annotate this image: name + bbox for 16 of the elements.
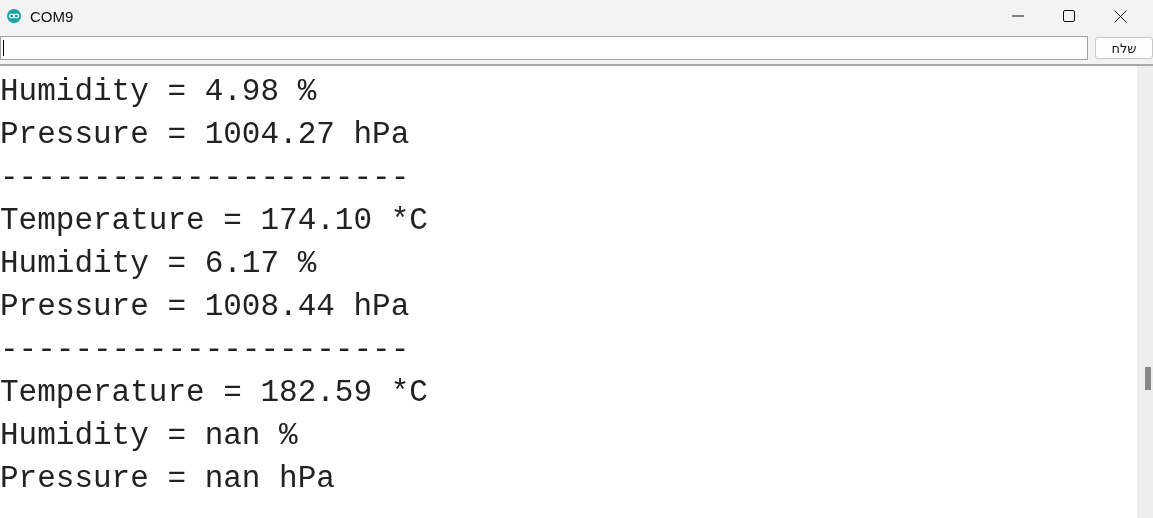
scrollbar-thumb[interactable] xyxy=(1145,367,1151,390)
serial-output-line: Temperature = 174.10 *C xyxy=(0,202,428,240)
serial-output-line: Pressure = 1008.44 hPa xyxy=(0,288,410,326)
serial-output-line: Humidity = 6.17 % xyxy=(0,245,317,283)
window-title: COM9 xyxy=(30,7,74,25)
app-logo-icon xyxy=(7,9,21,23)
serial-output-line: Humidity = nan % xyxy=(0,417,298,455)
serial-output-line: ---------------------- xyxy=(0,159,410,197)
serial-output-line: Pressure = nan hPa xyxy=(0,460,335,498)
serial-output-line: Pressure = 1004.27 hPa xyxy=(0,116,410,154)
scrollbar[interactable] xyxy=(1137,66,1153,518)
serial-output-line: Temperature = 182.59 *C xyxy=(0,374,428,412)
serial-output-line: Humidity = 4.98 % xyxy=(0,73,317,111)
message-input-field[interactable] xyxy=(0,36,1088,60)
send-button[interactable]: שלח xyxy=(1095,37,1153,59)
serial-output-line: ---------------------- xyxy=(0,331,410,369)
